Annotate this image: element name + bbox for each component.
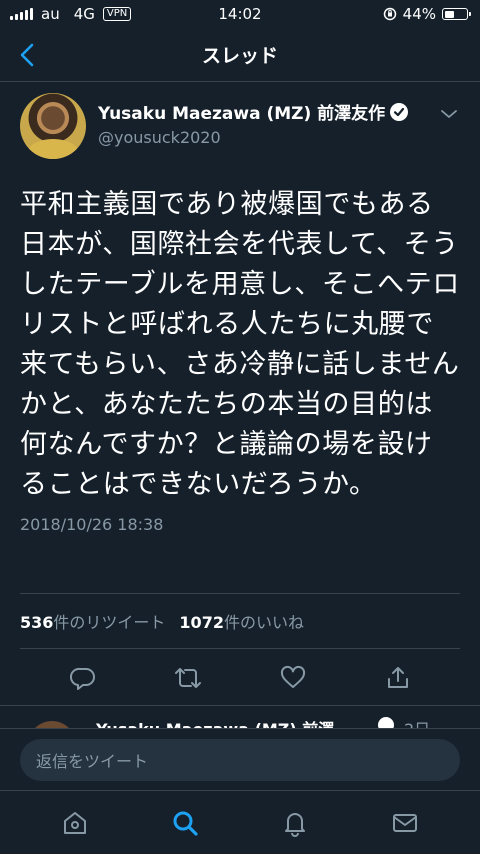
retweet-stat[interactable]: 536件のリツイート [20, 609, 165, 633]
display-name-text: Yusaku Maezawa (MZ) 前澤友作 [98, 104, 386, 124]
messages-icon [393, 813, 417, 832]
display-name: Yusaku Maezawa (MZ) 前澤友作 [98, 99, 409, 124]
like-icon [280, 665, 305, 688]
network-label: 4G [73, 5, 95, 23]
thread-header: スレッド [0, 28, 480, 82]
back-button[interactable] [12, 40, 42, 70]
status-right: 44% [383, 5, 471, 23]
tweet-text: 平和主義国であり被爆国でもある日本が、国際社会を代表して、そうしたテーブルを用意… [20, 189, 460, 500]
page-title: スレッド [201, 45, 278, 67]
retweet-label: 件のリツイート [53, 613, 166, 632]
tab-home[interactable] [45, 798, 105, 848]
battery-fill [444, 10, 454, 18]
handle: @yousuck2020 [98, 128, 221, 147]
chevron-left-icon [20, 43, 34, 67]
tweet-timestamp: 2018/10/26 18:38 [20, 515, 164, 534]
tweet-stats: 536件のリツイート 1072件のいいね [20, 593, 460, 649]
chevron-down-icon [441, 110, 457, 118]
like-label: 件のいいね [223, 613, 304, 632]
author-info[interactable]: Yusaku Maezawa (MZ) 前澤友作 @yousuck2020 [98, 99, 409, 147]
tab-messages[interactable] [375, 798, 435, 848]
signal-icon [10, 8, 33, 20]
search-icon [173, 811, 198, 836]
retweet-button[interactable] [168, 658, 208, 698]
carrier-label: au [41, 5, 60, 23]
notifications-icon [285, 812, 305, 837]
like-count: 1072 [179, 613, 224, 632]
share-icon [387, 666, 408, 688]
status-bar: au 4G VPN 14:02 44% [0, 0, 480, 28]
status-left: au 4G VPN [10, 5, 132, 23]
more-options-button[interactable] [440, 105, 458, 124]
tab-search[interactable] [155, 798, 215, 848]
compose-bar: 返信をツイート [0, 728, 480, 790]
author-row: Yusaku Maezawa (MZ) 前澤友作 @yousuck2020 [20, 83, 460, 169]
avatar[interactable] [20, 93, 86, 159]
like-button[interactable] [273, 658, 313, 698]
share-button[interactable] [378, 658, 418, 698]
home-icon [64, 811, 86, 834]
reply-button[interactable] [63, 658, 103, 698]
main-tweet: Yusaku Maezawa (MZ) 前澤友作 @yousuck2020 平和… [0, 83, 480, 551]
retweet-count: 536 [20, 613, 54, 632]
battery-icon [442, 8, 471, 20]
reply-input[interactable]: 返信をツイート [20, 738, 460, 781]
like-stat[interactable]: 1072件のいいね [179, 609, 304, 633]
battery-percent: 44% [402, 5, 436, 23]
retweet-icon [174, 667, 201, 688]
verified-badge-icon [390, 102, 409, 121]
reply-icon [69, 667, 95, 690]
tab-bar [0, 790, 480, 854]
tab-notifications[interactable] [265, 798, 325, 848]
orientation-lock-icon [383, 7, 396, 21]
tweet-actions [0, 650, 480, 706]
vpn-badge: VPN [102, 7, 132, 21]
